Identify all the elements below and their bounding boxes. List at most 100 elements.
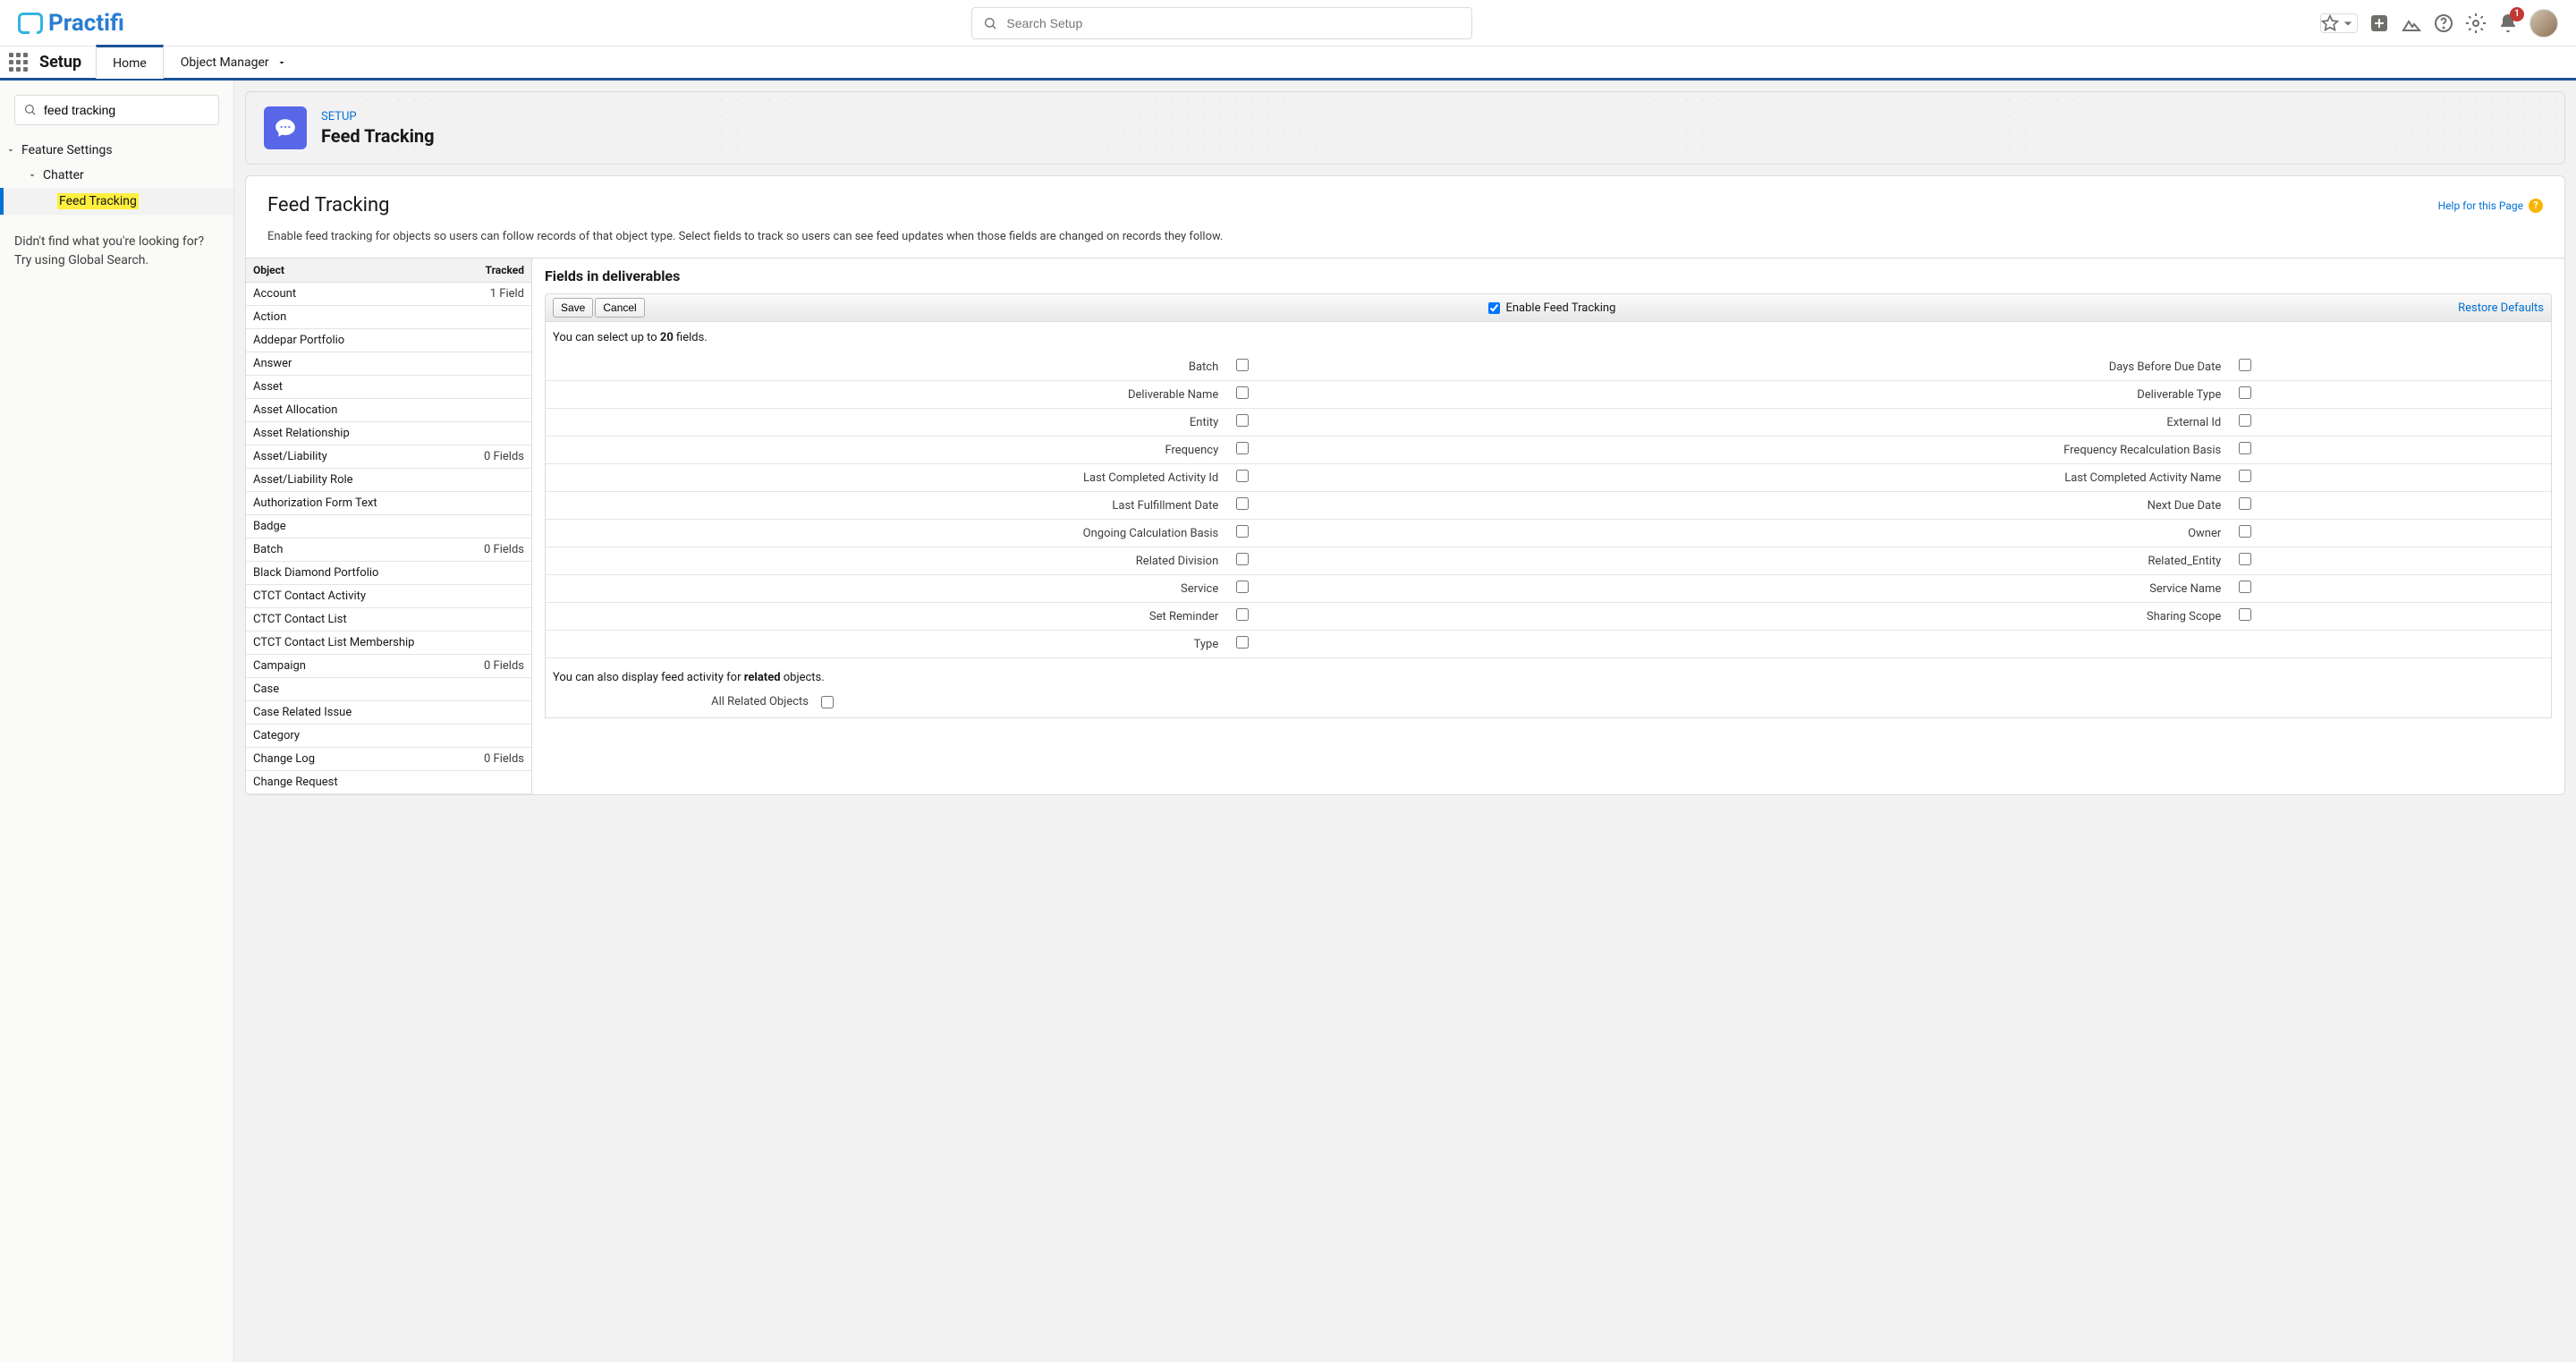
field-checkbox[interactable] — [1236, 525, 1249, 538]
object-tracked — [469, 306, 531, 328]
table-row[interactable]: CTCT Contact List — [246, 608, 531, 632]
field-checkbox[interactable] — [1236, 386, 1249, 399]
table-row[interactable]: Asset/Liability0 Fields — [246, 445, 531, 469]
tab-object-manager[interactable]: Object Manager — [164, 46, 304, 80]
sidebar-hint: Didn't find what you're looking for? Try… — [0, 215, 233, 288]
object-name: CTCT Contact List — [246, 608, 469, 631]
field-checkbox[interactable] — [2239, 525, 2251, 538]
help-link[interactable]: Help for this Page ? — [2438, 199, 2543, 213]
field-cb-left — [1227, 603, 1548, 631]
field-cb-right — [2230, 492, 2551, 520]
table-row[interactable]: Case — [246, 678, 531, 701]
field-checkbox[interactable] — [2239, 442, 2251, 454]
field-checkbox[interactable] — [1236, 442, 1249, 454]
field-checkbox[interactable] — [1236, 581, 1249, 593]
tree-label: Feature Settings — [21, 143, 113, 157]
global-search-input[interactable] — [1006, 16, 1461, 30]
table-row[interactable]: Action — [246, 306, 531, 329]
help-icon: ? — [2529, 199, 2543, 213]
all-related-label: All Related Objects — [553, 695, 821, 708]
field-cb-left — [1227, 520, 1548, 547]
cancel-button[interactable]: Cancel — [595, 298, 644, 318]
field-checkbox[interactable] — [2239, 414, 2251, 427]
hint-line-2: Try using Global Search. — [14, 251, 219, 270]
global-search-box[interactable] — [971, 7, 1472, 39]
table-row[interactable]: Change Log0 Fields — [246, 748, 531, 771]
tab-home[interactable]: Home — [96, 45, 164, 79]
table-row[interactable]: Answer — [246, 352, 531, 376]
help-icon[interactable] — [2433, 13, 2454, 34]
object-tracked — [469, 725, 531, 747]
table-row[interactable]: Change Request — [246, 771, 531, 794]
object-tracked — [469, 678, 531, 700]
field-checkbox[interactable] — [1236, 359, 1249, 371]
all-related-checkbox[interactable] — [821, 696, 834, 708]
table-row[interactable]: CTCT Contact Activity — [246, 585, 531, 608]
table-row[interactable]: Asset Allocation — [246, 399, 531, 422]
gear-icon[interactable] — [2465, 13, 2487, 34]
table-row[interactable]: Campaign0 Fields — [246, 655, 531, 678]
field-label-right: Days Before Due Date — [1548, 353, 2230, 381]
col-header-object: Object — [246, 259, 469, 282]
field-label-right: Frequency Recalculation Basis — [1548, 437, 2230, 464]
field-label-right: Deliverable Type — [1548, 381, 2230, 409]
table-row[interactable]: Black Diamond Portfolio — [246, 562, 531, 585]
field-checkbox[interactable] — [2239, 386, 2251, 399]
object-name: Answer — [246, 352, 469, 375]
trailhead-icon[interactable] — [2401, 13, 2422, 34]
field-label-left: Ongoing Calculation Basis — [546, 520, 1227, 547]
notification-bell[interactable]: 1 — [2497, 13, 2519, 34]
table-row[interactable]: Badge — [246, 515, 531, 538]
logo[interactable]: Practifi — [18, 10, 124, 37]
favorites-dropdown[interactable] — [2320, 13, 2358, 33]
table-row[interactable]: Addepar Portfolio — [246, 329, 531, 352]
tree-feature-settings[interactable]: Feature Settings — [0, 138, 233, 163]
field-checkbox[interactable] — [1236, 414, 1249, 427]
table-row[interactable]: Authorization Form Text — [246, 492, 531, 515]
enable-tracking-label: Enable Feed Tracking — [1505, 301, 1615, 315]
table-row[interactable]: Case Related Issue — [246, 701, 531, 725]
field-cb-right — [2230, 631, 2551, 658]
field-row: Last Fulfillment DateNext Due Date — [546, 492, 2551, 520]
table-row[interactable]: CTCT Contact List Membership — [246, 632, 531, 655]
object-name: Batch — [246, 538, 469, 561]
field-checkbox[interactable] — [2239, 470, 2251, 482]
tree-feed-tracking[interactable]: Feed Tracking — [0, 188, 233, 215]
object-tracked: 0 Fields — [469, 655, 531, 677]
plus-icon[interactable] — [2368, 13, 2390, 34]
field-checkbox[interactable] — [1236, 636, 1249, 649]
table-row[interactable]: Category — [246, 725, 531, 748]
table-row[interactable]: Asset Relationship — [246, 422, 531, 445]
field-label-left: Set Reminder — [546, 603, 1227, 631]
description: Enable feed tracking for objects so user… — [246, 224, 2564, 258]
field-row: ServiceService Name — [546, 575, 2551, 603]
field-checkbox[interactable] — [2239, 608, 2251, 621]
field-cb-right — [2230, 603, 2551, 631]
field-checkbox[interactable] — [1236, 608, 1249, 621]
table-row[interactable]: Asset — [246, 376, 531, 399]
field-label-left: Related Division — [546, 547, 1227, 575]
field-checkbox[interactable] — [1236, 497, 1249, 510]
object-tracked — [469, 422, 531, 445]
table-row[interactable]: Asset/Liability Role — [246, 469, 531, 492]
object-name: Badge — [246, 515, 469, 538]
field-checkbox[interactable] — [1236, 470, 1249, 482]
field-checkbox[interactable] — [2239, 553, 2251, 565]
field-checkbox[interactable] — [1236, 553, 1249, 565]
table-row[interactable]: Account1 Field — [246, 283, 531, 306]
table-header-row: Object Tracked — [246, 259, 531, 283]
object-tracked — [469, 701, 531, 724]
field-checkbox[interactable] — [2239, 581, 2251, 593]
restore-defaults-link[interactable]: Restore Defaults — [2458, 301, 2544, 315]
table-row[interactable]: Batch0 Fields — [246, 538, 531, 562]
enable-tracking-checkbox[interactable] — [1488, 302, 1500, 314]
tree-chatter[interactable]: Chatter — [0, 163, 233, 188]
chevron-down-icon — [276, 57, 287, 68]
field-checkbox[interactable] — [2239, 359, 2251, 371]
user-avatar[interactable] — [2529, 9, 2558, 38]
app-launcher[interactable] — [0, 53, 36, 72]
field-label-right — [1548, 631, 2230, 658]
save-button[interactable]: Save — [553, 298, 593, 318]
sidebar-search-input[interactable] — [14, 95, 219, 125]
field-checkbox[interactable] — [2239, 497, 2251, 510]
